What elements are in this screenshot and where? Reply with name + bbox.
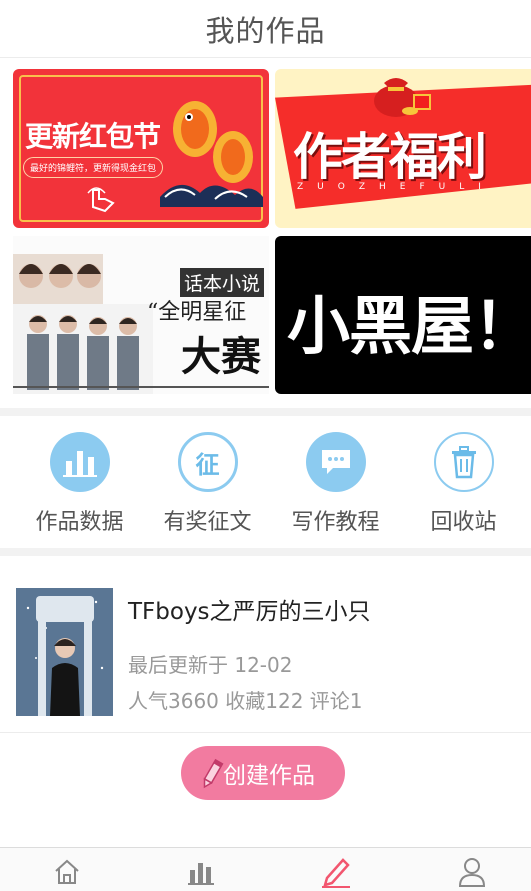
create-work-button[interactable]: 创建作品 — [181, 746, 345, 800]
action-label: 回收站 — [430, 510, 497, 535]
koi-fish-icon — [160, 101, 263, 207]
trash-icon — [433, 432, 494, 492]
work-stats: 人气3660 收藏122 评论1 — [128, 689, 363, 713]
user-icon — [458, 858, 486, 887]
page: 我的作品 更新红包节 最好的锦鲤符，更新得现金红包 作者福利 ZUOZHEFUL… — [0, 0, 531, 891]
contest-icon: 征 — [177, 432, 238, 492]
banner-star-contest[interactable]: 话本小说 “全明星征 大赛 — [13, 236, 269, 394]
action-label: 作品数据 — [35, 510, 124, 535]
quick-actions: 作品数据 征 有奖征文 写作教程 回收站 — [0, 420, 531, 544]
banner-title: 更新红包节 — [25, 120, 161, 153]
banner-red-packet[interactable]: 更新红包节 最好的锦鲤符，更新得现金红包 — [13, 69, 269, 228]
work-updated: 最后更新于 12-02 — [128, 653, 293, 677]
action-tutorial[interactable]: 写作教程 — [270, 432, 401, 536]
work-title[interactable]: TFboys之严厉的三小只 — [128, 592, 371, 626]
section-divider — [0, 408, 531, 416]
banner-black-room[interactable]: 小黑屋！ — [275, 236, 531, 394]
banner-line-2: 大赛 — [181, 333, 261, 380]
banner-subtitle: 最好的锦鲤符，更新得现金红包 — [23, 157, 164, 178]
tab-write[interactable] — [316, 854, 356, 890]
bar-chart-icon — [49, 432, 110, 492]
tap-hand-icon — [87, 187, 115, 213]
banner-pinyin: ZUOZHEFULI — [297, 182, 495, 192]
bar-chart-icon — [188, 863, 214, 885]
page-title: 我的作品 — [205, 13, 326, 48]
banner-title: 作者福利 — [293, 128, 487, 186]
action-contest[interactable]: 征 有奖征文 — [142, 432, 273, 536]
create-work-label: 创建作品 — [223, 763, 315, 789]
action-work-data[interactable]: 作品数据 — [14, 432, 145, 536]
group-photo — [13, 254, 153, 394]
chat-bubble-icon — [305, 432, 366, 492]
action-label: 有奖征文 — [163, 510, 252, 535]
home-icon — [55, 859, 79, 884]
pencil-icon — [322, 858, 350, 888]
banner-rule — [13, 386, 269, 388]
work-cover — [16, 588, 113, 716]
pencil-icon — [203, 758, 224, 789]
section-divider — [0, 548, 531, 556]
tab-bar — [0, 847, 531, 891]
action-recycle-bin[interactable]: 回收站 — [398, 432, 529, 536]
action-label: 写作教程 — [291, 510, 380, 535]
tab-profile[interactable] — [452, 854, 492, 890]
contest-glyph: 征 — [195, 450, 220, 479]
money-bag-icon — [374, 78, 431, 117]
work-item[interactable]: TFboys之严厉的三小只 最后更新于 12-02 人气3660 收藏122 评… — [0, 560, 531, 733]
banner-line-1: “全明星征 — [147, 300, 247, 325]
header: 我的作品 — [0, 0, 531, 58]
banner-tag: 话本小说 — [180, 268, 265, 297]
tab-home[interactable] — [47, 854, 87, 890]
banner-title: 小黑屋！ — [287, 290, 531, 363]
banner-welfare[interactable]: 作者福利 ZUOZHEFULI — [275, 69, 531, 228]
tab-stats[interactable] — [181, 854, 221, 890]
